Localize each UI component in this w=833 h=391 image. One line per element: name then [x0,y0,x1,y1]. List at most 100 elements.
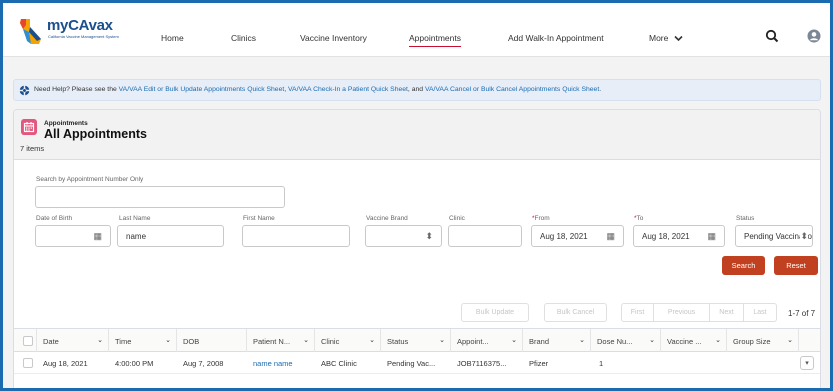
bulk-cancel-button[interactable]: Bulk Cancel [544,303,607,322]
column-label: Patient N... [253,337,291,346]
search-label: Search by Appointment Number Only [36,176,144,183]
to-date-value: Aug 18, 2021 [642,232,690,241]
cell-date: Aug 18, 2021 [43,359,88,368]
chevron-down-icon: ⌄ [165,337,171,344]
column-header-brand[interactable]: Brand ⌄ [522,329,590,353]
pagination-range: 1-7 of 7 [788,309,816,318]
column-label: Group Size [733,337,771,346]
status-label: Status [736,215,755,222]
last-name-input[interactable]: name [117,225,224,247]
chevron-down-icon: ⌄ [511,337,517,344]
from-date-label-text: From [534,215,550,222]
column-header-dose-number[interactable]: Dose Nu... ⌄ [590,329,660,353]
vaccine-brand-select[interactable]: ⬍ [365,225,442,247]
select-all-checkbox[interactable] [23,336,33,346]
check-in-patient-quick-sheet-link[interactable]: VA/VAA Check-In a Patient Quick Sheet [288,86,408,93]
appointments-table-header: Date ⌄ Time ⌄ DOB Patient N... ⌄ Clinic ⌄ St… [14,328,820,353]
help-banner: Need Help? Please see the VA/VAA Edit or… [13,79,821,101]
nav-clinics[interactable]: Clinics [231,33,256,43]
logo-text: myCAvax [47,17,113,34]
row-select-checkbox[interactable] [23,358,33,368]
nav-add-walk-in-appointment[interactable]: Add Walk-In Appointment [508,33,604,43]
row-actions-menu-button[interactable]: ▾ [800,356,814,370]
status-select[interactable]: Pending Vaccination ⬍ [735,225,813,247]
calendar-icon [21,119,37,135]
column-label: Time [115,337,132,346]
cancel-bulk-cancel-quick-sheet-link[interactable]: VA/VAA Cancel or Bulk Cancel Appointment… [425,86,599,93]
calendar-icon: ▦ [606,231,615,241]
column-label: Brand [529,337,550,346]
column-header-group-size[interactable]: Group Size ⌄ [726,329,798,353]
column-header-clinic[interactable]: Clinic ⌄ [314,329,380,353]
chevron-down-icon: ⌄ [579,337,585,344]
cell-clinic: ABC Clinic [321,359,357,368]
reset-button[interactable]: Reset [774,256,818,275]
last-name-label: Last Name [119,215,151,222]
top-navigation-bar: myCAvax California Vaccine Management Sy… [3,3,830,57]
cell-appointment-number: JOB7116375... [457,359,507,368]
from-date-input[interactable]: Aug 18, 2021 ▦ [531,225,624,247]
column-header-status[interactable]: Status ⌄ [380,329,450,353]
clinic-label: Clinic [449,215,465,222]
nav-appointments[interactable]: Appointments [409,33,461,47]
chevron-down-icon: ⌄ [649,337,655,344]
to-date-input[interactable]: Aug 18, 2021 ▦ [633,225,725,247]
column-header-appointment-number[interactable]: Appoint... ⌄ [450,329,522,353]
previous-page-button[interactable]: Previous [654,303,710,322]
column-label: Status [387,337,409,346]
column-label: Appoint... [457,337,489,346]
help-lifebuoy-icon [19,85,30,96]
first-name-input[interactable] [242,225,350,247]
nav-home[interactable]: Home [161,33,184,43]
chevron-down-icon: ⌄ [303,337,309,344]
column-header-dob[interactable]: DOB [176,329,246,353]
first-page-button[interactable]: First [621,303,654,322]
next-page-button[interactable]: Next [710,303,744,322]
all-appointments-card: Appointments All Appointments 7 items Se… [13,109,821,388]
nav-more[interactable]: More [649,33,683,43]
column-header-time[interactable]: Time ⌄ [108,329,176,353]
from-date-label: *From [532,215,550,222]
date-of-birth-input[interactable]: ▦ [35,225,111,247]
cell-status: Pending Vac... [387,359,436,368]
column-header-vaccine[interactable]: Vaccine ... ⌄ [660,329,726,353]
nav-more-label: More [649,33,669,43]
cell-dose-number: 1 [599,359,604,368]
table-row[interactable]: Aug 18, 2021 4:00:00 PM Aug 7, 2008 name… [14,352,820,374]
breadcrumb: Appointments [44,120,88,127]
appointment-number-search-input[interactable] [35,186,285,208]
cell-dob: Aug 7, 2008 [183,359,224,368]
california-state-icon [20,19,41,44]
logo-tagline: California Vaccine Management System [48,34,119,39]
column-label: Date [43,337,59,346]
nav-vaccine-inventory[interactable]: Vaccine Inventory [300,33,367,43]
column-header-patient-name[interactable]: Patient N... ⌄ [246,329,314,353]
first-name-label: First Name [243,215,275,222]
last-page-button[interactable]: Last [744,303,777,322]
help-text-separator: , and [407,86,425,93]
card-header: Appointments All Appointments 7 items [14,110,820,160]
from-date-value: Aug 18, 2021 [540,232,588,241]
cell-patient-name-link[interactable]: name name [253,359,311,368]
chevron-down-icon: ⌄ [439,337,445,344]
search-icon[interactable] [765,29,781,45]
to-date-label-text: To [636,215,644,222]
up-down-chevron-icon: ⬍ [425,231,433,241]
chevron-down-icon [674,36,683,42]
mycavax-logo[interactable]: myCAvax California Vaccine Management Sy… [17,17,137,45]
column-label: Clinic [321,337,340,346]
up-down-chevron-icon: ⬍ [800,231,808,242]
edit-bulk-update-quick-sheet-link[interactable]: VA/VAA Edit or Bulk Update Appointments … [119,86,285,93]
chevron-down-icon: ⌄ [715,337,721,344]
bulk-update-button[interactable]: Bulk Update [461,303,529,322]
search-button[interactable]: Search [722,256,765,275]
app-window: myCAvax California Vaccine Management Sy… [3,3,830,388]
clinic-input[interactable] [448,225,522,247]
column-label: DOB [183,337,200,346]
column-header-date[interactable]: Date ⌄ [36,329,108,353]
to-date-label: *To [634,215,643,222]
user-avatar-icon[interactable] [807,29,823,45]
chevron-down-icon: ⌄ [97,337,103,344]
column-header-actions [798,329,820,353]
chevron-down-icon: ⌄ [787,337,793,344]
